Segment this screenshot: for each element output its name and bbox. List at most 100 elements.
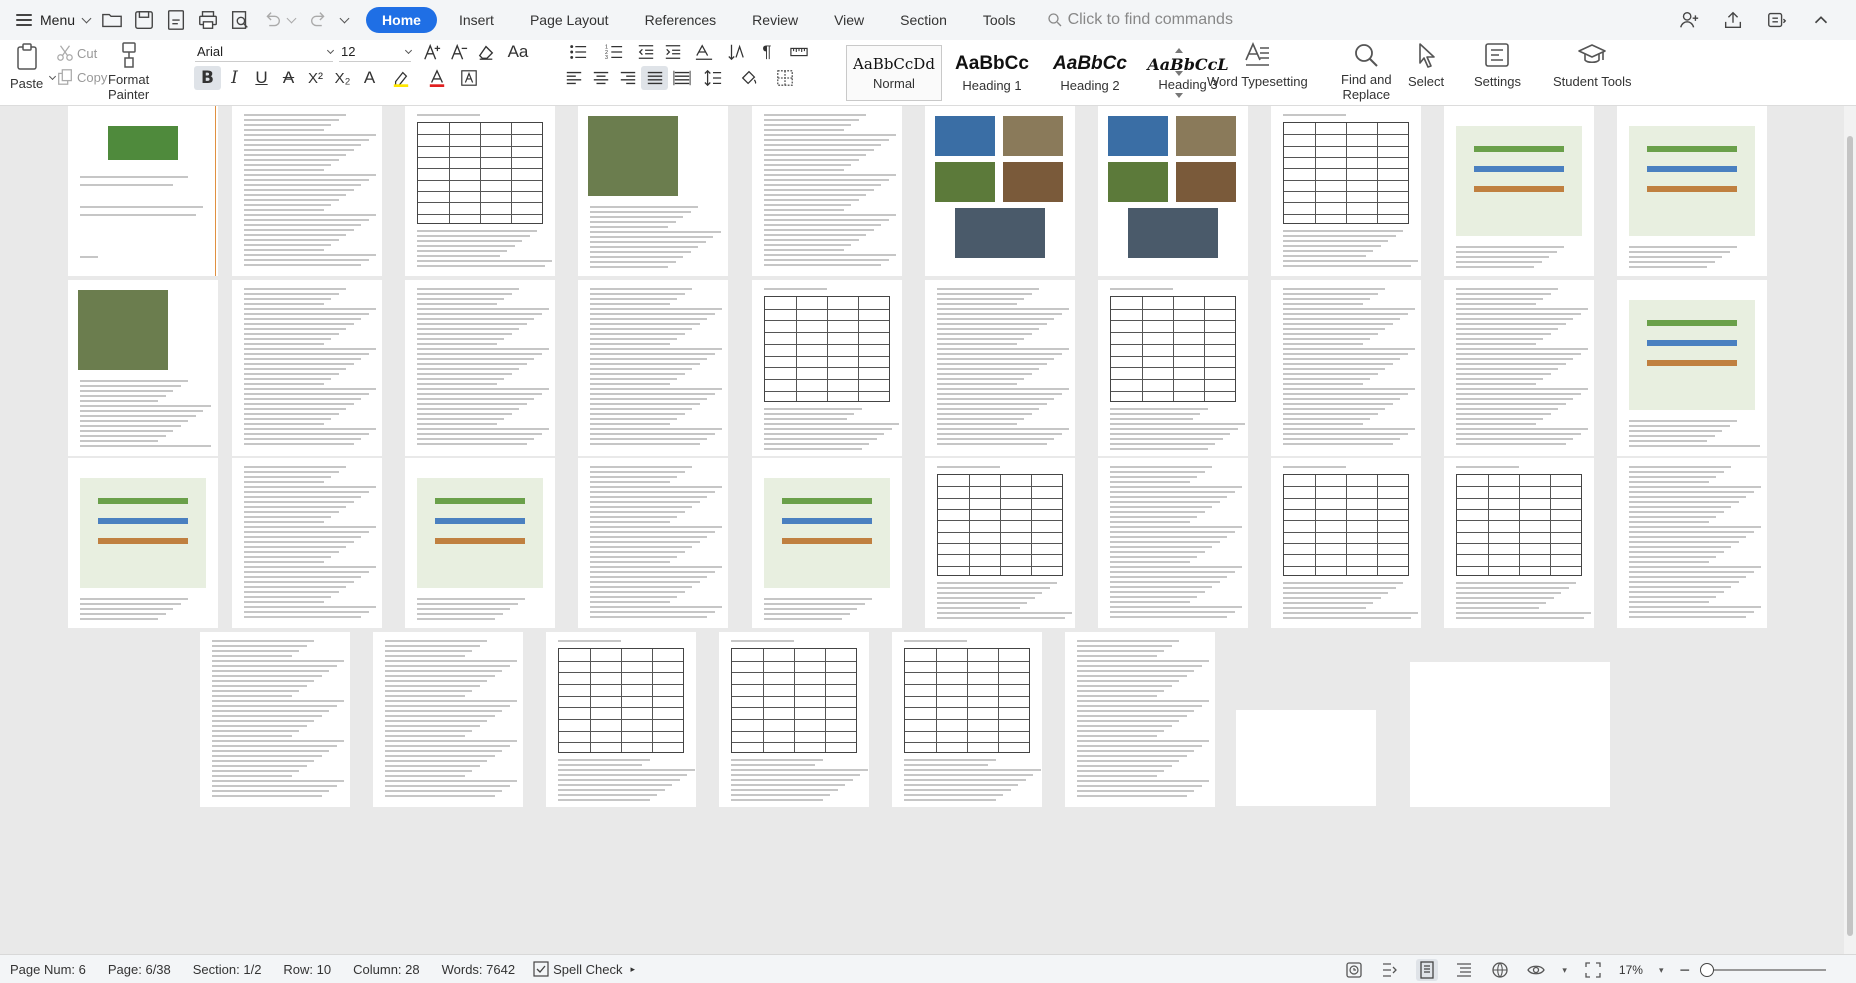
page-thumbnail[interactable] (1617, 458, 1767, 628)
page-thumbnail[interactable] (1271, 280, 1421, 456)
page-thumbnail[interactable] (1617, 280, 1767, 456)
find-replace-button[interactable]: Find and Replace (1341, 40, 1392, 102)
ruler-icon[interactable] (785, 40, 812, 64)
numbered-list-icon[interactable]: 123 (596, 40, 632, 64)
page-thumbnail[interactable] (892, 632, 1042, 807)
page-view-icon[interactable] (1416, 959, 1439, 981)
zoom-dropdown-arrow-icon[interactable]: ▾ (1659, 965, 1664, 976)
style-heading-2[interactable]: AaBbCc Heading 2 (1042, 45, 1138, 101)
settings-button[interactable]: Settings (1474, 40, 1521, 89)
bold-icon[interactable]: B (194, 66, 221, 90)
page-thumbnail[interactable] (405, 280, 555, 456)
web-layout-icon[interactable] (1490, 960, 1510, 980)
page-thumbnail[interactable] (405, 106, 555, 276)
chinese-layout-icon[interactable] (686, 40, 722, 64)
sort-icon[interactable] (722, 40, 749, 64)
open-folder-icon[interactable] (100, 8, 124, 32)
zoom-dropdown-icon[interactable]: ▾ (1562, 965, 1567, 976)
cut-button[interactable]: Cut (56, 44, 97, 62)
undo-icon[interactable] (260, 8, 284, 32)
bullet-list-icon[interactable] (560, 40, 596, 64)
decrease-font-icon[interactable] (445, 40, 472, 64)
page-thumbnail[interactable] (1444, 458, 1594, 628)
page-thumbnail[interactable] (1098, 280, 1248, 456)
tab-view[interactable]: View (820, 7, 878, 33)
page-thumbnail[interactable] (1271, 458, 1421, 628)
tab-section[interactable]: Section (886, 7, 961, 33)
page-thumbnail[interactable] (925, 458, 1075, 628)
page-thumbnail[interactable] (1098, 458, 1248, 628)
clear-format-icon[interactable] (472, 40, 499, 64)
page-thumbnail[interactable] (719, 632, 869, 807)
more-options-icon[interactable] (1764, 8, 1790, 32)
save-icon[interactable] (132, 8, 156, 32)
page-thumbnail[interactable] (1444, 106, 1594, 276)
font-color-icon[interactable] (419, 66, 455, 90)
status-column[interactable]: Column: 28 (353, 962, 419, 977)
student-tools-button[interactable]: Student Tools (1553, 40, 1632, 89)
page-thumbnail[interactable] (232, 280, 382, 456)
zoom-out-icon[interactable]: − (1679, 960, 1690, 981)
scroll-up-icon[interactable] (1175, 48, 1183, 53)
line-spacing-icon[interactable] (695, 66, 731, 90)
tab-page-layout[interactable]: Page Layout (516, 7, 623, 33)
page-thumbnail[interactable] (1065, 632, 1215, 807)
italic-icon[interactable]: I (221, 66, 248, 90)
eye-protection-icon[interactable] (1526, 960, 1546, 980)
history-icon[interactable] (1344, 960, 1364, 980)
justify-icon[interactable] (641, 66, 668, 90)
outline-view-icon[interactable] (1454, 960, 1474, 980)
page-thumbnail[interactable] (373, 632, 523, 807)
page-thumbnail[interactable] (1617, 106, 1767, 276)
page-thumbnail[interactable] (925, 106, 1075, 276)
paragraph-mark-icon[interactable]: ¶ (749, 40, 785, 64)
status-page[interactable]: Page: 6/38 (108, 962, 171, 977)
zoom-slider[interactable] (1700, 963, 1826, 977)
decrease-indent-icon[interactable] (632, 40, 659, 64)
status-words[interactable]: Words: 7642 (442, 962, 515, 977)
page-thumbnail[interactable] (578, 106, 728, 276)
subscript-icon[interactable]: X₂ (329, 66, 356, 90)
paste-dropdown-icon[interactable] (48, 72, 57, 81)
undo-dropdown-icon[interactable] (286, 13, 297, 23)
print-preview-icon[interactable] (228, 8, 252, 32)
print-icon[interactable] (196, 8, 220, 32)
strikethrough-icon[interactable]: A (275, 66, 302, 90)
page-thumbnail[interactable] (1410, 662, 1610, 807)
scroll-down-icon[interactable] (1175, 70, 1183, 76)
page-thumbnail[interactable] (1098, 106, 1248, 276)
status-section[interactable]: Section: 1/2 (193, 962, 262, 977)
share-icon[interactable] (1720, 8, 1746, 32)
expand-gallery-icon[interactable] (1175, 93, 1183, 98)
word-typesetting-button[interactable]: Word Typesetting (1207, 40, 1308, 89)
redo-icon[interactable] (307, 8, 331, 32)
page-thumbnail[interactable] (405, 458, 555, 628)
font-name-select[interactable]: Arial (195, 42, 335, 62)
increase-font-icon[interactable] (418, 40, 445, 64)
page-thumbnail[interactable] (232, 106, 382, 276)
style-gallery-scroll[interactable] (1173, 48, 1185, 98)
page-thumbnail[interactable] (752, 106, 902, 276)
vertical-scrollbar[interactable] (1844, 106, 1856, 954)
tab-review[interactable]: Review (738, 7, 812, 33)
status-page-num[interactable]: Page Num: 6 (10, 962, 86, 977)
fit-page-icon[interactable] (1583, 960, 1603, 980)
page-thumbnail[interactable] (68, 458, 218, 628)
page-thumbnail[interactable] (578, 280, 728, 456)
shading-icon[interactable] (731, 66, 767, 90)
quick-access-dropdown-icon[interactable] (339, 13, 350, 23)
page-thumbnail[interactable] (752, 458, 902, 628)
page-thumbnail[interactable] (752, 280, 902, 456)
align-left-icon[interactable] (560, 66, 587, 90)
page-thumbnail[interactable] (232, 458, 382, 628)
superscript-icon[interactable]: X² (302, 66, 329, 90)
tab-references[interactable]: References (631, 7, 731, 33)
page-thumbnail[interactable] (1444, 280, 1594, 456)
highlight-icon[interactable] (383, 66, 419, 90)
page-thumbnail[interactable] (1271, 106, 1421, 276)
style-normal[interactable]: AaBbCcDd Normal (846, 45, 942, 101)
borders-icon[interactable] (767, 66, 803, 90)
scrollbar-thumb[interactable] (1847, 136, 1853, 936)
character-border-icon[interactable] (455, 66, 482, 90)
add-user-icon[interactable] (1676, 8, 1702, 32)
